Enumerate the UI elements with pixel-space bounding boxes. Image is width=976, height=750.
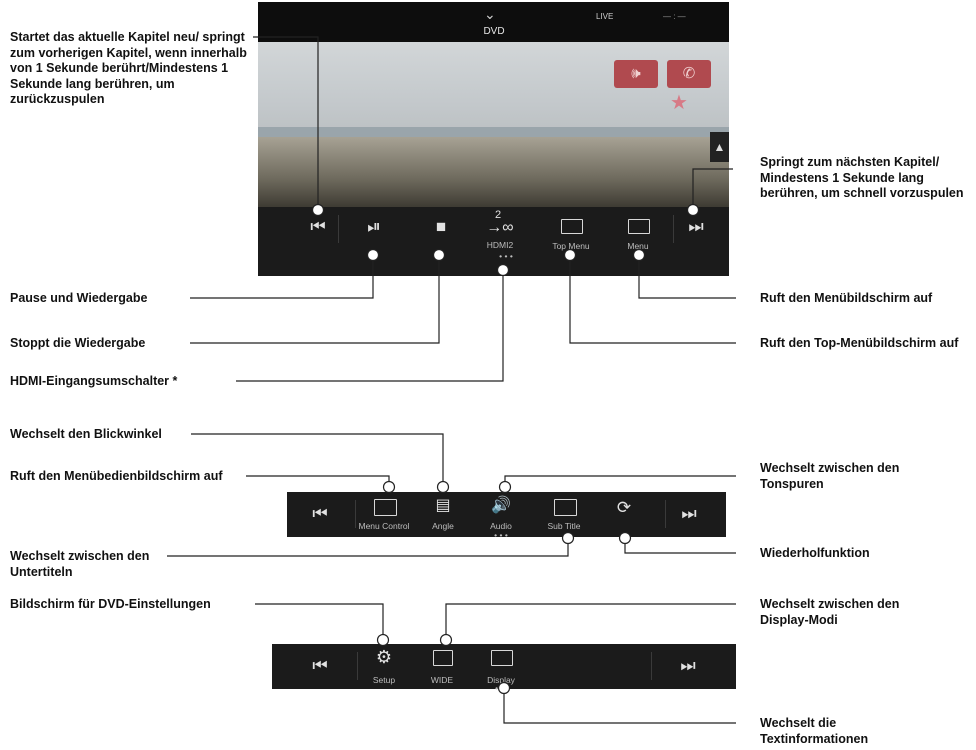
label-top-menu: Ruft den Top-Menübildschirm auf — [760, 336, 959, 350]
label-angle: Wechselt den Blickwinkel — [10, 427, 162, 441]
label-setup: Bildschirm für DVD-Einstellungen — [10, 597, 211, 611]
label-wide: Wechselt zwischen den Display-Modi — [760, 597, 900, 627]
label-previous-chapter: Startet das aktuelle Kapitel neu/ spring… — [10, 30, 247, 106]
label-repeat: Wiederholfunktion — [760, 546, 870, 560]
label-subtitle: Wechselt zwischen den Untertiteln — [10, 549, 150, 579]
label-stop: Stoppt die Wiedergabe — [10, 336, 146, 350]
label-audio: Wechselt zwischen den Tonspuren — [760, 461, 900, 491]
label-display: Wechselt die Textinformationen — [760, 716, 869, 746]
label-next-chapter: Springt zum nächsten Kapitel/ Mindestens… — [760, 155, 964, 200]
label-hdmi-switch: HDMI-Eingangsumschalter * — [10, 374, 178, 388]
label-menu: Ruft den Menübildschirm auf — [760, 291, 933, 305]
label-pause-play: Pause und Wiedergabe — [10, 291, 148, 305]
label-menu-control: Ruft den Menübedienbildschirm auf — [10, 469, 223, 483]
